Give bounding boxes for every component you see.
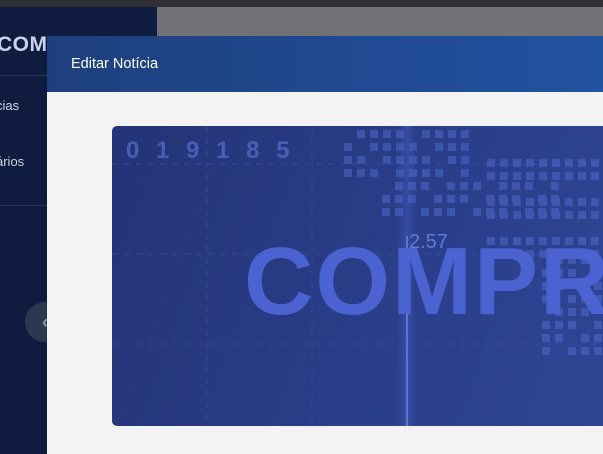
- banner-dot: [357, 130, 365, 138]
- banner-dot: [578, 211, 586, 219]
- banner-dot: [487, 159, 495, 167]
- banner-dot: [591, 159, 599, 167]
- banner-dot: [542, 334, 550, 342]
- banner-dot: [581, 347, 589, 355]
- banner-dot: [357, 156, 365, 164]
- banner-dot: [552, 211, 560, 219]
- banner-dot: [594, 334, 602, 342]
- banner-dot: [461, 143, 469, 151]
- banner-dot: [565, 211, 573, 219]
- sidebar-item-usuarios[interactable]: ários: [0, 154, 24, 169]
- banner-dot: [473, 208, 481, 216]
- banner-dot: [461, 156, 469, 164]
- banner-dot: [594, 347, 602, 355]
- browser-top-bar: [0, 0, 603, 7]
- banner-dot: [422, 169, 430, 177]
- banner-dot: [591, 211, 599, 219]
- banner-dot: [500, 198, 508, 206]
- sidebar-item-noticias[interactable]: cias: [0, 98, 19, 113]
- banner-dot: [460, 195, 468, 203]
- banner-dot: [552, 198, 560, 206]
- banner-dot: [499, 182, 507, 190]
- banner-dot: [525, 182, 533, 190]
- banner-dot: [551, 182, 559, 190]
- banner-dot: [552, 172, 560, 180]
- banner-dot: [447, 208, 455, 216]
- banner-dot: [500, 211, 508, 219]
- banner-dot: [512, 182, 520, 190]
- banner-dot: [578, 172, 586, 180]
- banner-dot: [460, 182, 468, 190]
- ticker-digits: 0 1 9 1 8 5: [126, 137, 294, 164]
- banner-dot: [435, 169, 443, 177]
- banner-dot: [578, 198, 586, 206]
- banner-dot: [539, 159, 547, 167]
- banner-dot: [526, 198, 534, 206]
- banner-dot: [421, 182, 429, 190]
- banner-dot: [591, 198, 599, 206]
- banner-dot: [578, 159, 586, 167]
- banner-dot: [422, 156, 430, 164]
- modal-title: Editar Notícia: [71, 56, 159, 72]
- edit-news-modal: Editar Notícia 0 1 9 1 8 5 2.57 COMPR: [47, 36, 603, 454]
- banner-dot: [435, 143, 443, 151]
- banner-dot: [461, 130, 469, 138]
- banner-dot: [434, 208, 442, 216]
- banner-dot: [448, 130, 456, 138]
- banner-dot: [370, 130, 378, 138]
- banner-dot: [500, 159, 508, 167]
- banner-dot: [370, 169, 378, 177]
- banner-dot: [555, 334, 563, 342]
- banner-dot: [421, 208, 429, 216]
- banner-dot: [473, 182, 481, 190]
- banner-dot: [344, 156, 352, 164]
- banner-dot: [565, 159, 573, 167]
- banner-dot: [513, 211, 521, 219]
- modal-header: Editar Notícia: [47, 36, 603, 92]
- banner-dot: [370, 143, 378, 151]
- banner-dot: [357, 169, 365, 177]
- banner-headline: COMPRAS MA: [244, 228, 603, 335]
- banner-dot: [383, 130, 391, 138]
- banner-dot: [487, 211, 495, 219]
- banner-dot: [487, 172, 495, 180]
- banner-dot: [382, 195, 390, 203]
- banner-dot: [435, 130, 443, 138]
- banner-dot: [565, 172, 573, 180]
- banner-dot: [526, 172, 534, 180]
- banner-artwork: 0 1 9 1 8 5 2.57 COMPRAS MA: [112, 126, 603, 426]
- banner-dot: [542, 347, 550, 355]
- banner-dot: [513, 172, 521, 180]
- banner-dot: [500, 172, 508, 180]
- banner-dot: [565, 198, 573, 206]
- banner-dot: [422, 130, 430, 138]
- banner-dot: [383, 156, 391, 164]
- banner-dot: [448, 156, 456, 164]
- banner-dot: [539, 211, 547, 219]
- banner-dot: [382, 208, 390, 216]
- banner-dot: [434, 195, 442, 203]
- banner-dot: [513, 198, 521, 206]
- banner-dot: [539, 198, 547, 206]
- banner-dot: [526, 211, 534, 219]
- banner-dot: [552, 159, 560, 167]
- banner-dot: [591, 172, 599, 180]
- banner-dot: [344, 169, 352, 177]
- banner-dot: [487, 198, 495, 206]
- banner-dot: [461, 169, 469, 177]
- banner-dot: [448, 143, 456, 151]
- news-cover-image[interactable]: 0 1 9 1 8 5 2.57 COMPRAS MA: [112, 126, 603, 426]
- banner-dot: [447, 195, 455, 203]
- banner-dot: [447, 182, 455, 190]
- banner-dot: [568, 347, 576, 355]
- banner-dot: [344, 143, 352, 151]
- banner-dot: [581, 334, 589, 342]
- banner-dot: [383, 143, 391, 151]
- banner-dot: [513, 159, 521, 167]
- banner-dot: [539, 172, 547, 180]
- banner-dot: [526, 159, 534, 167]
